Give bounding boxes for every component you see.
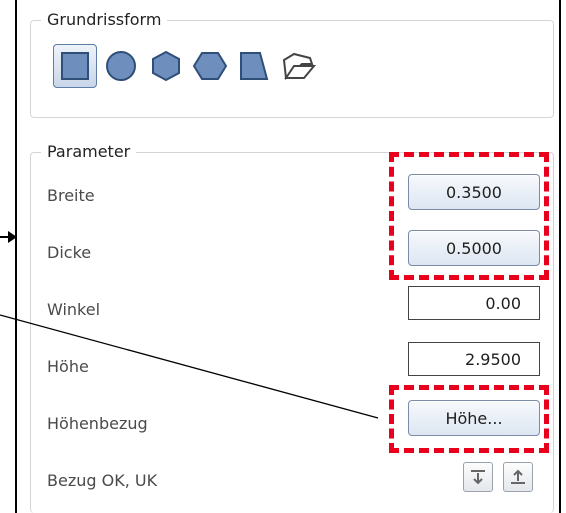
arrow-head-left (8, 231, 17, 243)
pointer-line-hoehenbezug (0, 314, 379, 419)
annotation-lines (0, 231, 379, 419)
